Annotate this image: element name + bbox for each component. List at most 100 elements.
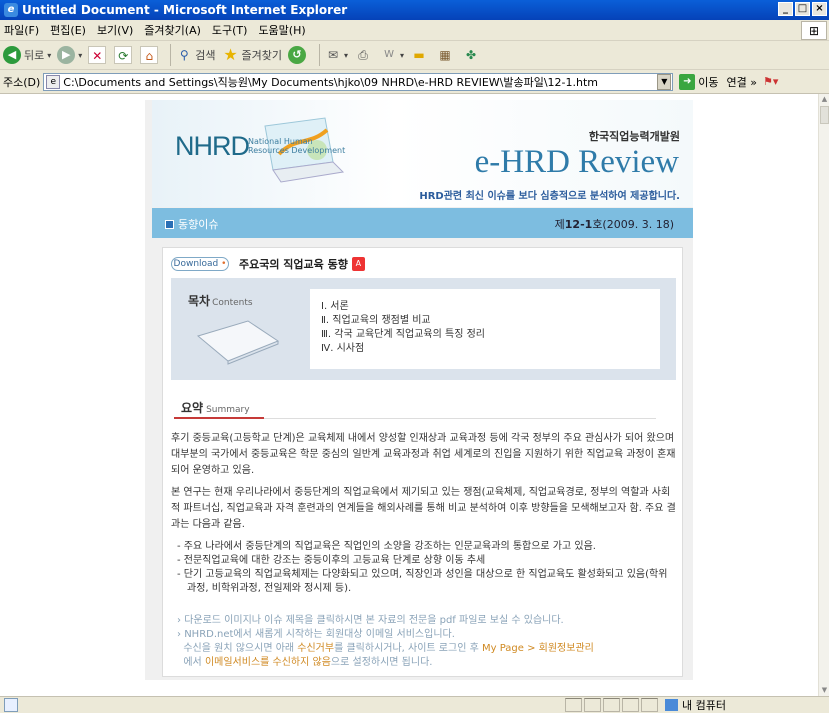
window-title: Untitled Document - Microsoft Internet E…	[22, 3, 348, 17]
vertical-scrollbar[interactable]: ▲ ▼	[818, 94, 829, 696]
status-cells	[565, 698, 660, 712]
toolbar-separator	[319, 44, 321, 66]
ie-icon: e	[4, 3, 18, 17]
dropdown-arrow-icon[interactable]: ▾	[400, 51, 404, 60]
refresh-icon[interactable]: ⟳	[114, 46, 133, 64]
content-panel: Download • 주요국의 직업교육 동향 A 목차 Contents Ⅰ. …	[162, 247, 683, 677]
toc-item: Ⅱ. 직업교육의 쟁점별 비교	[321, 315, 431, 326]
bullet-item: - 전문직업교육에 대한 강조는 중등이후의 고등교육 단계로 상향 이동 추세	[177, 555, 486, 566]
category-label: 동향이슈	[165, 216, 218, 232]
summary-heading: 요약 Summary	[174, 399, 656, 419]
star-icon: ★	[223, 45, 238, 64]
toc-list-box: Ⅰ. 서론 Ⅱ. 직업교육의 쟁점별 비교 Ⅲ. 각국 교육단계 직업교육의 특…	[310, 289, 660, 369]
window-controls: _ □ ×	[778, 2, 827, 16]
messenger-icon[interactable]: ✤	[462, 46, 480, 64]
windows-logo-icon: ⊞	[801, 21, 827, 40]
tagline: HRD관련 최신 이슈를 보다 심층적으로 분석하여 제공합니다.	[419, 191, 680, 202]
toolbar-separator	[170, 44, 172, 66]
newsletter: NHRD National Human Resources Developmen…	[145, 100, 693, 680]
search-icon: ⚲	[179, 48, 189, 62]
edit-icon[interactable]: W	[380, 46, 398, 64]
address-value: C:\Documents and Settings\직능원\My Documen…	[63, 75, 599, 89]
summary-underline	[174, 417, 264, 419]
favorites-button[interactable]: ★ 즐겨찾기	[222, 46, 282, 64]
scroll-up-icon[interactable]: ▲	[819, 94, 829, 105]
close-button[interactable]: ×	[812, 2, 827, 16]
brand-title: e-HRD Review	[474, 144, 679, 180]
address-dropdown-icon[interactable]: ▼	[657, 73, 672, 90]
menu-file[interactable]: 파일(F)	[4, 22, 39, 38]
history-icon[interactable]: ↺	[288, 46, 307, 64]
security-zone: 내 컴퓨터	[665, 697, 726, 713]
stop-icon[interactable]: ✕	[88, 46, 107, 64]
issue-number: 제12-1호(2009. 3. 18)	[554, 218, 674, 231]
bullet-item: - 주요 나라에서 중등단계의 직업교육은 직업인의 소양을 강조하는 인문교육…	[177, 541, 596, 552]
notice-item: 수신을 원치 않으시면 아래 수신거부를 클릭하시거나, 사이트 로그인 후 M…	[183, 643, 594, 654]
scroll-thumb[interactable]	[820, 106, 829, 124]
window-titlebar: e Untitled Document - Microsoft Internet…	[0, 0, 829, 20]
notice-item: › NHRD.net에서 새롭게 시작하는 회원대상 이메일 서비스입니다.	[177, 629, 455, 640]
menu-bar: 파일(F) 편집(E) 보기(V) 즐겨찾기(A) 도구(T) 도움말(H) ⊞	[0, 20, 829, 41]
bullet-item: - 단기 고등교육의 직업교육체제는 다양화되고 있으며, 직장인과 성인을 대…	[177, 569, 668, 594]
dropdown-arrow-icon[interactable]: ▾	[47, 51, 51, 60]
book-icon	[196, 320, 280, 365]
minimize-button[interactable]: _	[778, 2, 793, 16]
download-button[interactable]: Download •	[171, 257, 229, 271]
dropdown-arrow-icon[interactable]: ▾	[78, 51, 82, 60]
research-icon[interactable]: ▦	[436, 46, 454, 64]
download-row: Download • 주요국의 직업교육 동향 A	[171, 256, 365, 272]
notice-item: 에서 이메일서비스를 수신하지 않음으로 설정하시면 됩니다.	[183, 657, 433, 668]
nhrd-logo-subtitle: National Human Resources Development	[248, 137, 346, 155]
go-button[interactable]: ➜ 이동	[679, 73, 719, 90]
menu-edit[interactable]: 편집(E)	[50, 22, 86, 38]
pdf-icon[interactable]: A	[351, 257, 365, 271]
address-input[interactable]: e C:\Documents and Settings\직능원\My Docum…	[43, 72, 674, 91]
nhrd-logo: NHRD	[175, 131, 250, 161]
summary-paragraph-2: 본 연구는 현재 우리나라에서 중등단계의 직업교육에서 제기되고 있는 쟁점(…	[171, 487, 676, 530]
toc-list: Ⅰ. 서론 Ⅱ. 직업교육의 쟁점별 비교 Ⅲ. 각국 교육단계 직업교육의 특…	[321, 300, 485, 356]
page-icon: e	[46, 74, 61, 89]
summary-paragraph-1: 후기 중등교육(고등학교 단계)은 교육체제 내에서 양성할 인재상과 교육과정…	[171, 433, 676, 476]
unsubscribe-link[interactable]: 수신거부	[297, 643, 334, 654]
toc-title: 목차 Contents	[188, 294, 253, 308]
menu-help[interactable]: 도움말(H)	[258, 22, 305, 38]
back-arrow-icon: ◀	[3, 46, 21, 64]
address-bar: 주소(D) e C:\Documents and Settings\직능원\My…	[0, 70, 829, 94]
menu-favorites[interactable]: 즐겨찾기(A)	[144, 22, 201, 38]
back-button[interactable]: ◀ 뒤로 ▾	[3, 46, 51, 64]
print-icon[interactable]: ⎙	[354, 46, 372, 64]
org-name: 한국직업능력개발원	[588, 130, 680, 143]
folder-icon[interactable]: ▬	[410, 46, 428, 64]
forward-button[interactable]: ▶ ▾	[57, 46, 82, 64]
mail-icon[interactable]: ✉	[324, 46, 342, 64]
toc-item: Ⅳ. 시사점	[321, 343, 365, 354]
page-status-icon	[4, 698, 18, 712]
maximize-button[interactable]: □	[795, 2, 810, 16]
computer-icon	[665, 699, 678, 711]
toc-item: Ⅰ. 서론	[321, 301, 349, 312]
status-bar: 내 컴퓨터	[0, 696, 829, 713]
notice-item: › 다운로드 이미지나 이슈 제목을 클릭하시면 본 자료의 전문을 pdf 파…	[177, 615, 564, 626]
address-label: 주소(D)	[3, 75, 41, 89]
dropdown-arrow-icon[interactable]: ▾	[344, 51, 348, 60]
summary-bullets: - 주요 나라에서 중등단계의 직업교육은 직업인의 소양을 강조하는 인문교육…	[177, 540, 672, 596]
go-arrow-icon: ➜	[679, 73, 696, 90]
links-button[interactable]: 연결 »	[727, 74, 757, 90]
category-bar: 동향이슈 제12-1호(2009. 3. 18)	[152, 208, 693, 238]
search-button[interactable]: ⚲ 검색	[175, 46, 216, 64]
addon-icon[interactable]: ⚑▾	[763, 75, 778, 88]
toolbar: ◀ 뒤로 ▾ ▶ ▾ ✕ ⟳ ⌂ ⚲ 검색 ★ 즐겨찾기 ↺ ✉ ▾ ⎙ W ▾ ▬…	[0, 41, 829, 70]
issue-title-link[interactable]: 주요국의 직업교육 동향	[239, 256, 348, 272]
forward-arrow-icon: ▶	[57, 46, 76, 64]
mypage-link[interactable]: My Page > 회원정보관리	[482, 643, 594, 654]
menu-tools[interactable]: 도구(T)	[212, 22, 248, 38]
home-icon[interactable]: ⌂	[140, 46, 159, 64]
scroll-down-icon[interactable]: ▼	[819, 685, 829, 696]
page-viewport: NHRD National Human Resources Developmen…	[0, 94, 818, 696]
menu-view[interactable]: 보기(V)	[97, 22, 133, 38]
toc-box: 목차 Contents Ⅰ. 서론 Ⅱ. 직업교육의 쟁점별 비교 Ⅲ. 각국 교…	[171, 278, 676, 380]
notice-list: › 다운로드 이미지나 이슈 제목을 클릭하시면 본 자료의 전문을 pdf 파…	[177, 614, 672, 670]
newsletter-header: NHRD National Human Resources Developmen…	[152, 100, 693, 207]
square-bullet-icon	[165, 220, 174, 229]
toc-item: Ⅲ. 각국 교육단계 직업교육의 특징 정리	[321, 329, 485, 340]
